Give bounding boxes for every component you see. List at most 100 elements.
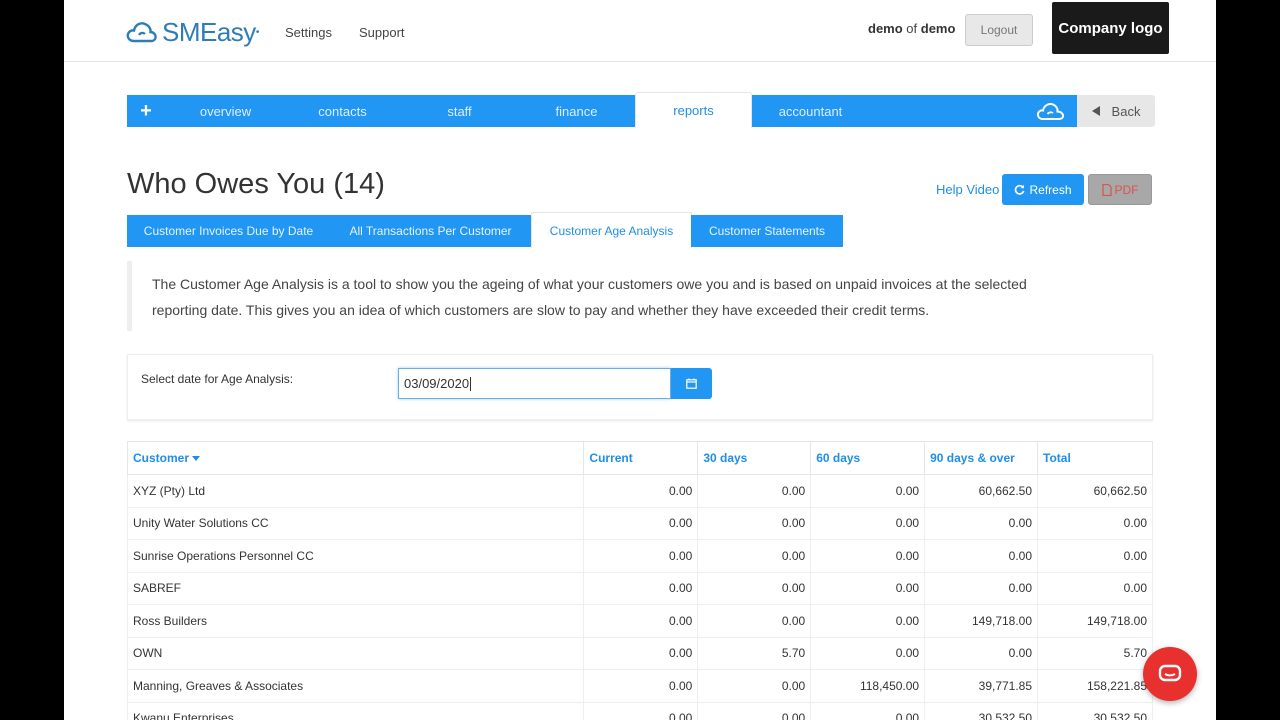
refresh-label: Refresh — [1029, 182, 1072, 197]
cloud-logo-icon — [126, 22, 157, 43]
customer-name-cell: Ross Builders — [126, 604, 585, 638]
age-analysis-date-input[interactable]: 03/09/2020 — [398, 368, 671, 399]
page: SMEasy • Settings Support demo of demo L… — [64, 0, 1216, 720]
subtab-invoices-due[interactable]: Customer Invoices Due by Date — [127, 215, 330, 247]
amount-cell: 0.00 — [583, 669, 699, 703]
amount-cell: 158,221.85 — [1037, 669, 1153, 703]
amount-cell: 0.00 — [924, 539, 1039, 573]
back-label: Back — [1111, 103, 1141, 119]
amount-cell: 0.00 — [810, 539, 926, 573]
pdf-label: PDF — [1114, 182, 1139, 197]
amount-cell: 0.00 — [583, 474, 699, 508]
amount-cell: 39,771.85 — [924, 669, 1039, 703]
amount-cell: 30,532.50 — [924, 701, 1039, 720]
nav-tab-contacts[interactable]: contacts — [284, 95, 401, 127]
amount-cell: 0.00 — [697, 474, 812, 508]
customer-name-cell: Kwanu Enterprises — [126, 701, 585, 720]
subtab-transactions-per-customer[interactable]: All Transactions Per Customer — [330, 215, 531, 247]
col-header-customer[interactable]: Customer — [126, 441, 585, 475]
subtab-customer-statements[interactable]: Customer Statements — [691, 215, 843, 247]
pdf-file-icon — [1101, 183, 1112, 196]
back-button[interactable]: Back — [1077, 95, 1155, 127]
table-row[interactable]: Unity Water Solutions CC 0.00 0.00 0.00 0.00… — [126, 506, 1153, 540]
nav-tab-staff[interactable]: staff — [401, 95, 518, 127]
amount-cell: 30,532.50 — [1037, 701, 1153, 720]
customer-name-cell: Unity Water Solutions CC — [126, 506, 585, 540]
date-value: 03/09/2020 — [404, 376, 470, 391]
user-of: of — [906, 21, 918, 36]
amount-cell: 118,450.00 — [810, 669, 926, 703]
pdf-button[interactable]: PDF — [1088, 174, 1152, 205]
customer-name-cell: Manning, Greaves & Associates — [126, 669, 585, 703]
amount-cell: 0.00 — [1037, 539, 1153, 573]
amount-cell: 0.00 — [583, 701, 699, 720]
add-button[interactable]: + — [127, 95, 165, 127]
table-row[interactable]: Ross Builders 0.00 0.00 0.00 149,718.00 149,7… — [126, 604, 1153, 638]
nav-tab-overview[interactable]: overview — [167, 95, 284, 127]
amount-cell: 60,662.50 — [1037, 474, 1153, 508]
main-nav: + overview contacts staff finance report… — [127, 92, 1077, 128]
col-header-30-days[interactable]: 30 days — [697, 441, 812, 475]
user-name: demo — [868, 21, 903, 36]
amount-cell: 0.00 — [697, 669, 812, 703]
table-row[interactable]: Kwanu Enterprises 0.00 0.00 0.00 30,532.50 30… — [126, 701, 1153, 720]
date-panel: Select date for Age Analysis: 03/09/2020 — [127, 354, 1153, 420]
amount-cell: 0.00 — [583, 604, 699, 638]
amount-cell: 0.00 — [810, 571, 926, 605]
app-logo[interactable]: SMEasy • — [126, 17, 259, 47]
table-row[interactable]: Sunrise Operations Personnel CC 0.00 0.00 0… — [126, 539, 1153, 573]
calendar-button[interactable] — [671, 368, 712, 399]
help-video-link[interactable]: Help Video — [936, 182, 999, 197]
col-header-total[interactable]: Total — [1037, 441, 1153, 475]
description-block: The Customer Age Analysis is a tool to s… — [127, 261, 1087, 331]
customer-name-cell: SABREF — [126, 571, 585, 605]
amount-cell: 0.00 — [583, 539, 699, 573]
chat-button[interactable] — [1143, 647, 1197, 701]
table-row[interactable]: SABREF 0.00 0.00 0.00 0.00 0.00 — [126, 571, 1153, 605]
user-org: demo — [920, 21, 956, 36]
amount-cell: 0.00 — [583, 571, 699, 605]
nav-settings-link[interactable]: Settings — [285, 25, 332, 40]
nav-tab-accountant[interactable]: accountant — [752, 95, 869, 127]
amount-cell: 0.00 — [697, 539, 812, 573]
nav-support-link[interactable]: Support — [359, 25, 405, 40]
amount-cell: 0.00 — [810, 474, 926, 508]
refresh-button[interactable]: Refresh — [1002, 174, 1084, 205]
col-header-60-days[interactable]: 60 days — [810, 441, 926, 475]
description-line-2: reporting date. This gives you an idea o… — [152, 302, 930, 318]
table-header-row: Customer Current 30 days 60 days 90 days… — [126, 441, 1153, 475]
table-row[interactable]: XYZ (Pty) Ltd 0.00 0.00 0.00 60,662.50 60,662… — [126, 474, 1153, 508]
col-header-90-days[interactable]: 90 days & over — [924, 441, 1039, 475]
chat-bubble-icon — [1158, 664, 1182, 682]
subtab-customer-age-analysis[interactable]: Customer Age Analysis — [531, 212, 692, 248]
amount-cell: 0.00 — [697, 571, 812, 605]
age-analysis-table: Customer Current 30 days 60 days 90 days… — [126, 441, 1153, 720]
amount-cell: 0.00 — [1037, 506, 1153, 540]
logo-dot: • — [255, 26, 260, 38]
amount-cell: 0.00 — [810, 604, 926, 638]
nav-tab-finance[interactable]: finance — [518, 95, 635, 127]
amount-cell: 60,662.50 — [924, 474, 1039, 508]
amount-cell: 5.70 — [1037, 636, 1153, 670]
nav-tab-reports[interactable]: reports — [635, 92, 752, 128]
table-row[interactable]: OWN 0.00 5.70 0.00 0.00 5.70 — [126, 636, 1153, 670]
text-cursor — [470, 376, 472, 391]
amount-cell: 0.00 — [924, 506, 1039, 540]
amount-cell: 0.00 — [810, 506, 926, 540]
customer-name-cell: XYZ (Pty) Ltd — [126, 474, 585, 508]
amount-cell: 0.00 — [697, 701, 812, 720]
logo-text: SMEasy — [162, 16, 256, 47]
amount-cell: 0.00 — [810, 701, 926, 720]
sort-caret-icon — [192, 456, 201, 462]
amount-cell: 0.00 — [697, 604, 812, 638]
customer-name-cell: Sunrise Operations Personnel CC — [126, 539, 585, 573]
col-header-current[interactable]: Current — [583, 441, 699, 475]
amount-cell: 149,718.00 — [1037, 604, 1153, 638]
page-title: Who Owes You (14) — [127, 168, 385, 200]
back-arrow-icon — [1091, 106, 1100, 116]
amount-cell: 0.00 — [924, 636, 1039, 670]
cloud-icon[interactable] — [1036, 99, 1066, 123]
logout-button[interactable]: Logout — [965, 14, 1033, 46]
table-row[interactable]: Manning, Greaves & Associates 0.00 0.00 118… — [126, 669, 1153, 703]
company-logo: Company logo — [1052, 2, 1169, 54]
